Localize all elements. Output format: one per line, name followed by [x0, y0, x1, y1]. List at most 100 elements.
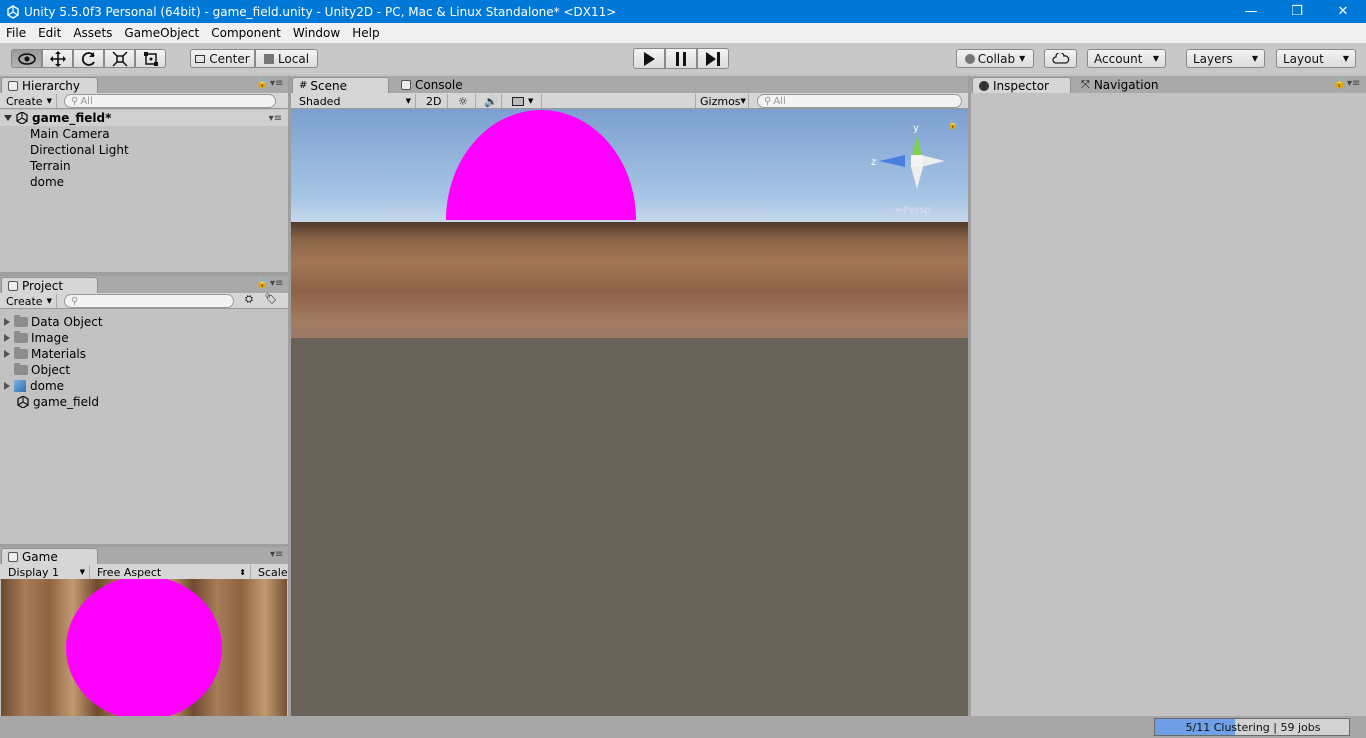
rect-tool-button[interactable]	[135, 49, 166, 68]
expand-arrow-icon[interactable]	[4, 115, 12, 121]
lighting-progress-bar[interactable]: 5/11 Clustering | 59 jobs	[1154, 718, 1350, 736]
scene-viewport[interactable]: y z 🔒 ⇐Persp	[291, 109, 968, 716]
chevron-down-icon: ▼	[1152, 54, 1159, 63]
expand-arrow-icon[interactable]	[4, 334, 10, 342]
audio-toggle[interactable]: 🔊	[480, 94, 502, 108]
scale-tool-button[interactable]	[104, 49, 135, 68]
step-button[interactable]	[697, 48, 729, 69]
scale-slider-label[interactable]: Scale	[254, 565, 288, 579]
effects-dropdown[interactable]: ▼	[508, 94, 542, 108]
restore-button[interactable]: ❐	[1274, 0, 1320, 23]
shading-dropdown[interactable]: Shaded ▼	[295, 94, 416, 108]
hierarchy-create-button[interactable]: Create ▼	[2, 94, 57, 108]
scene-orientation-gizmo[interactable]: y z	[871, 117, 951, 197]
minimize-button[interactable]: —	[1228, 0, 1274, 23]
menu-help[interactable]: Help	[346, 26, 385, 40]
list-item-label: Main Camera	[30, 127, 110, 141]
scene-root-row[interactable]: game_field* ▾≡	[0, 110, 288, 126]
panel-menu-icon[interactable]: ▾≡	[270, 278, 283, 289]
menu-file[interactable]: File	[0, 26, 32, 40]
collab-dropdown[interactable]: Collab ▼	[956, 49, 1034, 68]
hierarchy-icon	[8, 80, 18, 91]
tab-inspector[interactable]: Inspector	[972, 77, 1071, 93]
project-item-game-field[interactable]: game_field	[17, 394, 99, 410]
scene-subbar: Shaded ▼ 2D ☼ 🔊 ▼ Gizmos ▼ ⚲ All	[291, 93, 968, 109]
tab-navigation-label: Navigation	[1093, 78, 1159, 92]
tab-navigation[interactable]: ⤧ Navigation	[1075, 77, 1185, 93]
panel-menu-icon[interactable]: ▾≡	[270, 78, 283, 89]
pause-icon	[676, 51, 686, 66]
folder-tab-icon	[8, 280, 18, 291]
scene-panel: # Scene Console Shaded ▼ 2D ☼ 🔊 ▼ Gizmos…	[291, 76, 968, 109]
lock-icon[interactable]: 🔒	[1333, 78, 1345, 89]
persp-label[interactable]: ⇐Persp	[895, 205, 931, 216]
layout-dropdown[interactable]: Layout ▼	[1276, 49, 1356, 68]
scene-menu-icon[interactable]: ▾≡	[269, 113, 282, 124]
filter-by-type-icon[interactable]: ⛭	[240, 294, 258, 308]
tab-project[interactable]: Project	[1, 277, 98, 293]
chevron-down-icon: ▼	[528, 97, 534, 105]
expand-arrow-icon[interactable]	[4, 382, 10, 390]
display-dropdown[interactable]: Display 1 ▼	[4, 565, 90, 579]
layers-dropdown[interactable]: Layers ▼	[1186, 49, 1265, 68]
menu-window[interactable]: Window	[287, 26, 346, 40]
cloud-button[interactable]	[1044, 49, 1077, 68]
tab-hierarchy-label: Hierarchy	[22, 78, 81, 93]
view-tool-button[interactable]	[11, 49, 42, 68]
project-search-input[interactable]: ⚲	[64, 294, 234, 308]
hierarchy-search-input[interactable]: ⚲ All	[64, 94, 276, 108]
search-icon: ⚲	[71, 295, 79, 307]
cloud-icon	[1051, 53, 1069, 64]
lock-icon[interactable]: 🔒	[256, 78, 268, 89]
account-dropdown[interactable]: Account ▼	[1087, 49, 1166, 68]
menu-assets[interactable]: Assets	[67, 26, 118, 40]
filter-by-label-icon[interactable]: 🏷	[262, 294, 280, 308]
lighting-toggle[interactable]: ☼	[454, 94, 476, 108]
project-item-image[interactable]: Image	[4, 330, 69, 346]
expand-arrow-icon[interactable]	[4, 318, 10, 326]
scene-tabstrip: # Scene Console	[291, 76, 968, 93]
menu-gameobject[interactable]: GameObject	[118, 26, 205, 40]
menu-edit[interactable]: Edit	[32, 26, 67, 40]
project-create-button[interactable]: Create ▼	[2, 294, 57, 308]
hierarchy-item-dome[interactable]: dome	[30, 174, 64, 190]
close-button[interactable]: ✕	[1320, 0, 1366, 23]
menu-bar: File Edit Assets GameObject Component Wi…	[0, 23, 1366, 43]
hierarchy-item-terrain[interactable]: Terrain	[30, 158, 71, 174]
pivot-center-button[interactable]: Center	[190, 49, 255, 68]
navigation-icon: ⤧	[1081, 78, 1090, 91]
gizmo-lock-icon[interactable]: 🔒	[947, 120, 958, 130]
window-title: Unity 5.5.0f3 Personal (64bit) - game_fi…	[24, 4, 617, 19]
move-tool-button[interactable]	[42, 49, 73, 68]
rotate-tool-button[interactable]	[73, 49, 104, 68]
lock-icon[interactable]: 🔒	[256, 278, 268, 289]
tab-game[interactable]: Game	[1, 548, 98, 564]
scene-dome-object[interactable]	[446, 110, 636, 220]
panel-menu-icon[interactable]: ▾≡	[270, 549, 283, 560]
play-button[interactable]	[633, 48, 665, 69]
toggle-2d-button[interactable]: 2D	[422, 94, 448, 108]
tab-scene[interactable]: # Scene	[292, 77, 389, 93]
tab-console[interactable]: Console	[395, 77, 485, 93]
aspect-dropdown[interactable]: Free Aspect ⬍	[93, 565, 251, 579]
project-item-dome[interactable]: dome	[4, 378, 64, 394]
unity-scene-icon	[17, 396, 29, 408]
pivot-local-button[interactable]: Local	[255, 49, 318, 68]
project-item-data-object[interactable]: Data Object	[4, 314, 103, 330]
menu-component[interactable]: Component	[205, 26, 287, 40]
game-viewport[interactable]	[1, 579, 287, 716]
gizmos-dropdown[interactable]: Gizmos ▼	[695, 94, 749, 108]
inspector-tabstrip: Inspector ⤧ Navigation 🔒 ▾≡	[971, 76, 1366, 93]
hierarchy-item-main-camera[interactable]: Main Camera	[30, 126, 110, 142]
expand-arrow-icon[interactable]	[4, 350, 10, 358]
panel-menu-icon[interactable]: ▾≡	[1347, 78, 1360, 89]
scene-search-input[interactable]: ⚲ All	[757, 94, 962, 108]
list-item-label: Data Object	[31, 315, 103, 329]
project-item-object[interactable]: Object	[14, 362, 70, 378]
search-icon: ⚲	[764, 95, 772, 107]
project-item-materials[interactable]: Materials	[4, 346, 86, 362]
search-placeholder: All	[773, 95, 786, 107]
hierarchy-item-directional-light[interactable]: Directional Light	[30, 142, 129, 158]
tab-hierarchy[interactable]: Hierarchy	[1, 77, 98, 93]
pause-button[interactable]	[665, 48, 697, 69]
